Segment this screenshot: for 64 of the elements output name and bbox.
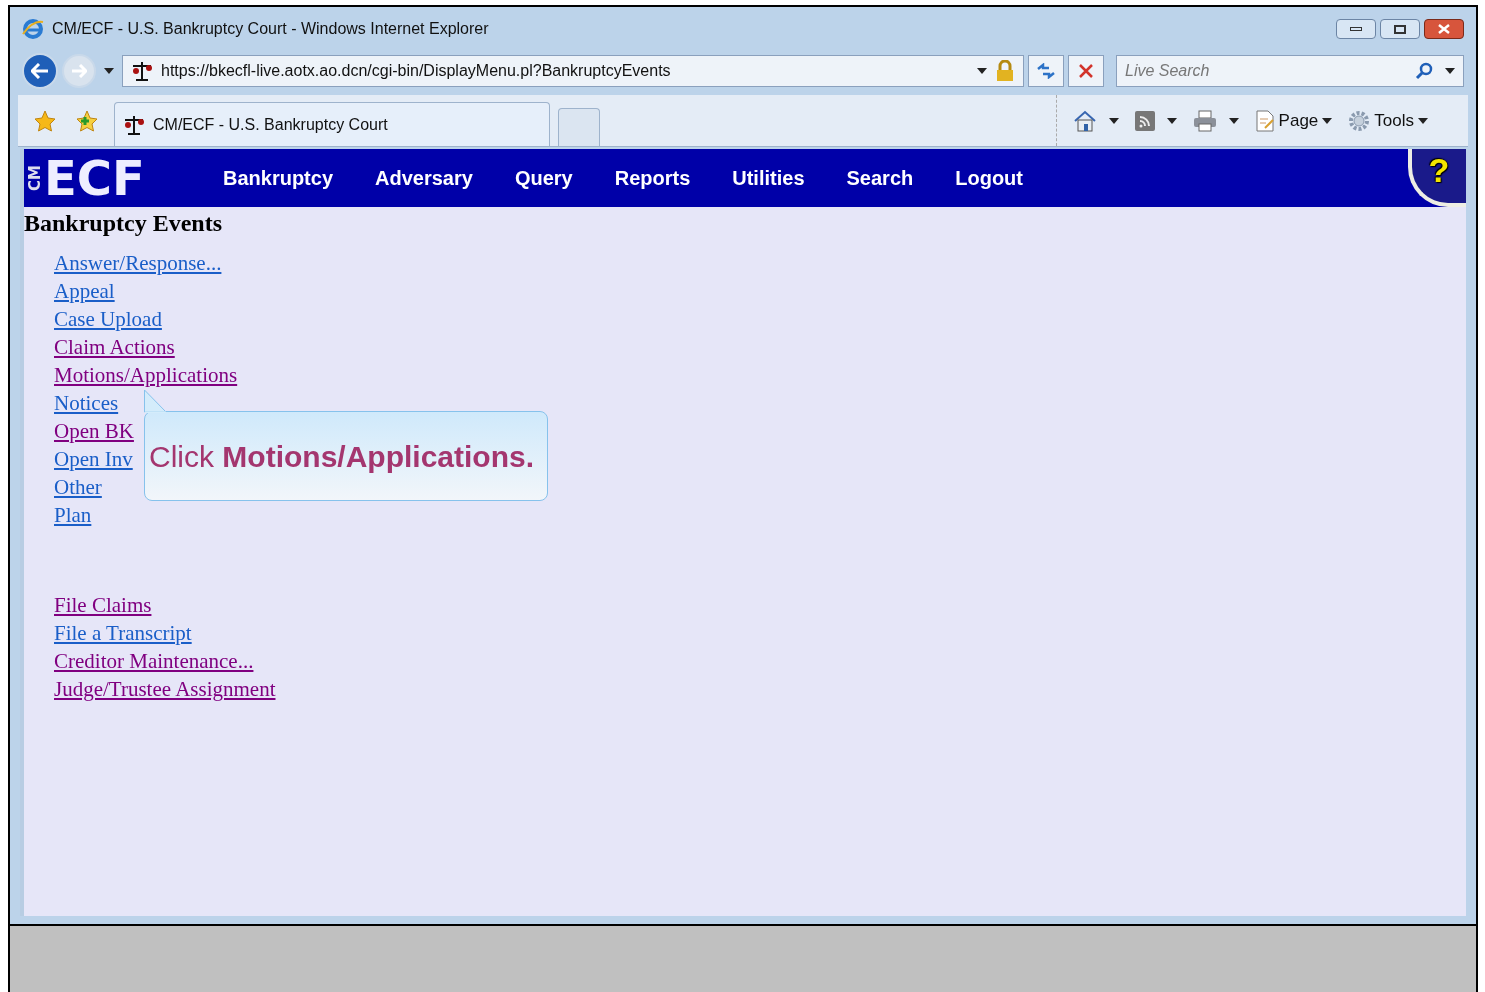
dropdown-caret-icon[interactable] bbox=[977, 68, 987, 74]
event-link[interactable]: Notices bbox=[54, 389, 119, 417]
forward-arrow-icon bbox=[71, 64, 87, 78]
dropdown-caret-icon[interactable] bbox=[1445, 68, 1455, 74]
refresh-button[interactable] bbox=[1028, 55, 1064, 87]
refresh-icon bbox=[1036, 63, 1056, 79]
search-input[interactable]: Live Search bbox=[1125, 59, 1415, 83]
page-heading: Bankruptcy Events bbox=[24, 211, 223, 235]
nav-link[interactable]: Utilities bbox=[732, 163, 805, 193]
lock-icon bbox=[995, 60, 1015, 82]
help-button[interactable]: ? bbox=[1408, 149, 1466, 207]
favorites-star-icon[interactable] bbox=[34, 109, 56, 132]
url-text: https://bkecfl-live.aotx.ao.dcn/cgi-bin/DisplayMenu.pl?BankruptcyEvents bbox=[161, 61, 671, 81]
close-icon bbox=[1438, 24, 1450, 34]
tools-menu-button[interactable]: Tools bbox=[1348, 107, 1428, 134]
nav-link[interactable]: Search bbox=[846, 163, 914, 193]
site-logo: CM ECF bbox=[28, 154, 146, 202]
gear-icon bbox=[1348, 109, 1371, 132]
scales-icon bbox=[131, 60, 153, 82]
address-field[interactable]: https://bkecfl-live.aotx.ao.dcn/cgi-bin/DisplayMenu.pl?BankruptcyEvents bbox=[122, 55, 1024, 87]
dropdown-caret-icon[interactable] bbox=[1166, 117, 1177, 124]
event-link[interactable]: File a Transcript bbox=[54, 619, 192, 647]
event-link[interactable]: Creditor Maintenance... bbox=[54, 647, 254, 675]
event-link[interactable]: File Claims bbox=[54, 591, 152, 619]
window-title: CM/ECF - U.S. Bankruptcy Court - Windows Internet Explorer bbox=[52, 19, 489, 39]
event-link[interactable]: Motions/Applications bbox=[54, 361, 238, 389]
feed-icon[interactable] bbox=[1134, 110, 1155, 131]
browser-logo-icon bbox=[22, 18, 44, 40]
dropdown-caret-icon[interactable] bbox=[1108, 117, 1119, 124]
page-menu-button[interactable]: Page bbox=[1254, 107, 1333, 134]
callout-text: Click Motions/Applications. bbox=[149, 438, 534, 475]
event-link[interactable]: Open Inv bbox=[54, 445, 133, 473]
event-link[interactable]: Claim Actions bbox=[54, 333, 175, 361]
nav-link[interactable]: Reports bbox=[614, 163, 691, 193]
event-link[interactable]: Appeal bbox=[54, 277, 115, 305]
event-link[interactable]: Other bbox=[54, 473, 102, 501]
nav-link[interactable]: Bankruptcy bbox=[223, 163, 334, 193]
nav-link[interactable]: Adversary bbox=[375, 163, 473, 193]
back-button[interactable] bbox=[22, 53, 58, 89]
stop-icon bbox=[1079, 64, 1093, 78]
add-favorite-icon[interactable] bbox=[76, 109, 98, 132]
back-arrow-icon bbox=[31, 63, 49, 79]
dropdown-caret-icon[interactable] bbox=[1418, 117, 1428, 124]
printer-icon[interactable] bbox=[1192, 109, 1217, 132]
event-link[interactable]: Judge/Trustee Assignment bbox=[54, 675, 276, 703]
maximize-button[interactable] bbox=[1380, 19, 1420, 39]
page-icon bbox=[1254, 109, 1275, 132]
stop-button[interactable] bbox=[1068, 55, 1104, 87]
dropdown-caret-icon[interactable] bbox=[1228, 117, 1239, 124]
scales-icon bbox=[123, 113, 145, 136]
event-link[interactable]: Open BK bbox=[54, 417, 134, 445]
minimize-button[interactable] bbox=[1336, 19, 1376, 39]
home-icon[interactable] bbox=[1072, 109, 1097, 132]
event-link[interactable]: Plan bbox=[54, 501, 92, 529]
nav-link[interactable]: Query bbox=[514, 163, 573, 193]
nav-link[interactable]: Logout bbox=[955, 163, 1023, 193]
search-icon[interactable] bbox=[1415, 62, 1433, 80]
dropdown-caret-icon[interactable] bbox=[1322, 117, 1333, 124]
browser-tab[interactable]: CM/ECF - U.S. Bankruptcy Court bbox=[114, 102, 550, 146]
close-button[interactable] bbox=[1424, 19, 1464, 39]
search-field[interactable]: Live Search bbox=[1116, 55, 1464, 87]
event-link[interactable]: Answer/Response... bbox=[54, 249, 222, 277]
event-link[interactable]: Case Upload bbox=[54, 305, 162, 333]
dropdown-caret-icon[interactable] bbox=[104, 68, 114, 74]
